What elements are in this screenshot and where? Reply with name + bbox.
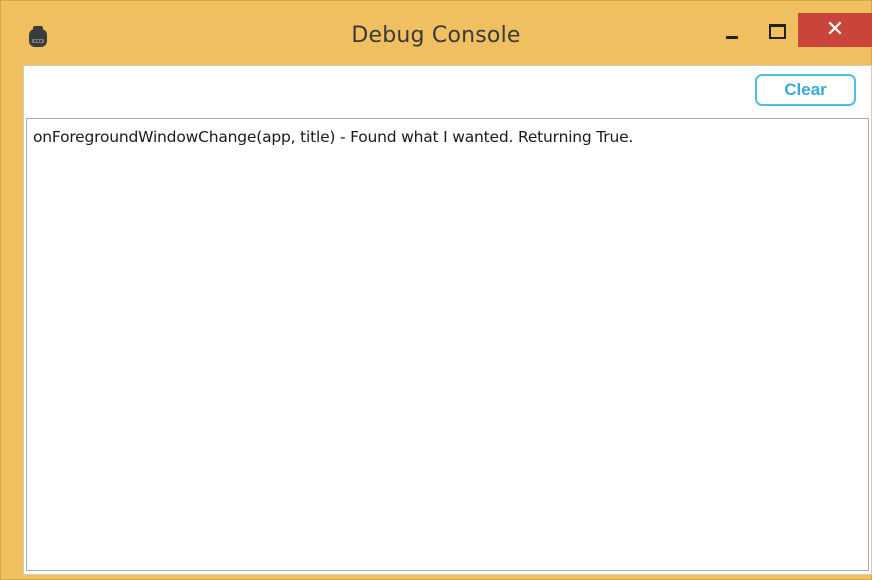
minimize-icon: [726, 36, 738, 39]
console-client-area: Clear onForegroundWindowChange(app, titl…: [23, 65, 872, 575]
window-title: Debug Console: [351, 23, 521, 48]
title-bar[interactable]: Debug Console ✕: [1, 1, 872, 65]
console-toolbar: Clear: [24, 66, 871, 118]
log-output[interactable]: onForegroundWindowChange(app, title) - F…: [26, 118, 869, 571]
close-button[interactable]: ✕: [798, 13, 872, 47]
maximize-button[interactable]: [757, 11, 795, 47]
minimize-button[interactable]: [713, 11, 749, 47]
maximize-icon: [769, 24, 786, 39]
robot-icon[interactable]: [27, 25, 49, 49]
log-line: onForegroundWindowChange(app, title) - F…: [33, 128, 634, 146]
close-icon: ✕: [825, 17, 845, 42]
clear-button[interactable]: Clear: [755, 74, 856, 106]
debug-console-window: Debug Console ✕ Clear onForegroundWindow…: [0, 0, 872, 580]
